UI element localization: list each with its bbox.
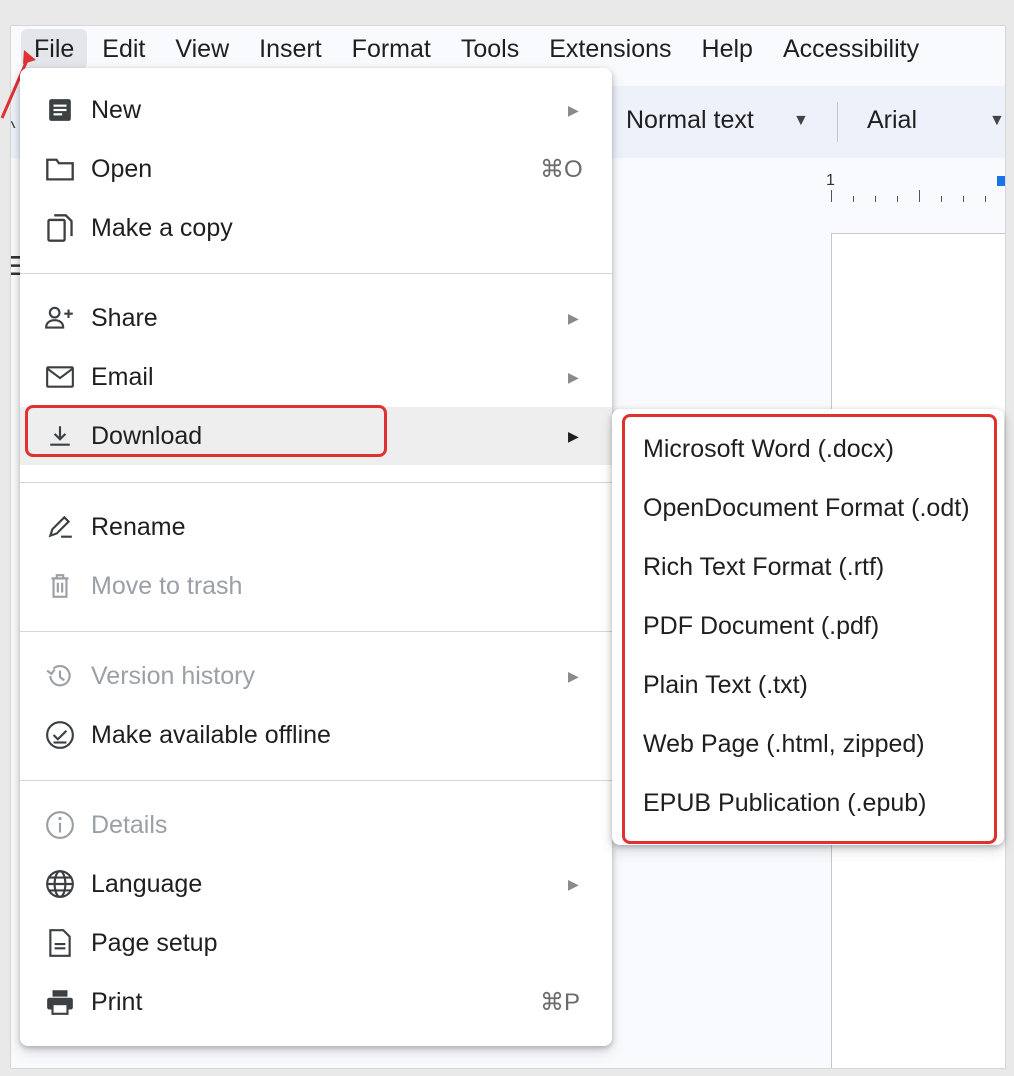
globe-icon xyxy=(44,868,76,900)
font-select[interactable]: Arial xyxy=(867,106,917,135)
menu-divider xyxy=(20,631,612,632)
menu-insert[interactable]: Insert xyxy=(244,29,337,69)
submenu-arrow-icon: ▶ xyxy=(568,427,579,444)
annotation-highlight-submenu xyxy=(622,414,997,844)
submenu-arrow-icon: ▶ xyxy=(568,368,579,385)
pencil-icon xyxy=(44,511,76,543)
ruler-ticks xyxy=(831,188,1005,202)
menu-item-label: Move to trash xyxy=(91,571,243,600)
menu-extensions[interactable]: Extensions xyxy=(534,29,686,69)
menu-edit[interactable]: Edit xyxy=(87,29,160,69)
menu-item-version-history[interactable]: Version history ▶ xyxy=(20,647,612,705)
offline-check-icon xyxy=(44,719,76,751)
menu-format[interactable]: Format xyxy=(337,29,446,69)
menu-divider xyxy=(20,780,612,781)
add-person-icon xyxy=(44,302,76,334)
menu-item-share[interactable]: Share ▶ xyxy=(20,289,612,347)
menu-item-label: Details xyxy=(91,810,168,839)
file-menu: New ▶ Open ⌘O Make a copy Share ▶ Email … xyxy=(20,68,612,1046)
menu-item-language[interactable]: Language ▶ xyxy=(20,855,612,913)
submenu-arrow-icon: ▶ xyxy=(568,309,579,326)
menu-item-page-setup[interactable]: Page setup xyxy=(20,914,612,972)
menu-item-open[interactable]: Open ⌘O xyxy=(20,140,612,198)
page-icon xyxy=(44,927,76,959)
submenu-arrow-icon: ▶ xyxy=(568,101,579,118)
menu-view[interactable]: View xyxy=(160,29,244,69)
menu-item-email[interactable]: Email ▶ xyxy=(20,348,612,406)
menu-item-label: Language xyxy=(91,869,203,898)
menu-item-label: Print xyxy=(91,987,143,1016)
chevron-down-icon[interactable]: ▼ xyxy=(793,112,809,130)
menu-divider xyxy=(20,482,612,483)
folder-icon xyxy=(44,153,76,185)
menu-bar: File Edit View Insert Format Tools Exten… xyxy=(11,26,1005,72)
trash-icon xyxy=(44,570,76,602)
menu-help[interactable]: Help xyxy=(687,29,768,69)
printer-icon xyxy=(44,986,76,1018)
mail-icon xyxy=(44,361,76,393)
info-icon xyxy=(44,809,76,841)
annotation-highlight-download xyxy=(25,405,387,457)
menu-item-label: Share xyxy=(91,303,158,332)
menu-item-label: Make a copy xyxy=(91,213,233,242)
menu-item-label: Page setup xyxy=(91,928,218,957)
menu-divider xyxy=(20,273,612,274)
menu-item-label: New xyxy=(91,95,142,124)
menu-item-label: Version history xyxy=(91,661,255,690)
submenu-arrow-icon: ▶ xyxy=(568,667,579,684)
document-icon xyxy=(44,94,76,126)
menu-item-new[interactable]: New ▶ xyxy=(20,81,612,139)
copy-icon xyxy=(44,212,76,244)
menu-tools[interactable]: Tools xyxy=(446,29,534,69)
menu-item-make-available-offline[interactable]: Make available offline xyxy=(20,706,612,764)
menu-item-label: Make available offline xyxy=(91,720,331,749)
shortcut-label: ⌘P xyxy=(540,988,581,1016)
menu-item-print[interactable]: Print ⌘P xyxy=(20,973,612,1031)
shortcut-label: ⌘O xyxy=(540,155,583,183)
menu-item-move-to-trash[interactable]: Move to trash xyxy=(20,557,612,615)
chevron-down-icon[interactable]: ▼ xyxy=(989,112,1005,130)
menu-item-make-copy[interactable]: Make a copy xyxy=(20,199,612,257)
menu-item-label: Email xyxy=(91,362,154,391)
menu-item-label: Open xyxy=(91,154,153,183)
menu-item-rename[interactable]: Rename xyxy=(20,498,612,556)
menu-item-label: Rename xyxy=(91,512,186,541)
submenu-arrow-icon: ▶ xyxy=(568,875,579,892)
menu-accessibility[interactable]: Accessibility xyxy=(768,29,934,69)
paragraph-style-select[interactable]: Normal text xyxy=(626,106,754,135)
history-icon xyxy=(44,660,76,692)
toolbar-divider xyxy=(837,102,838,142)
menu-item-details[interactable]: Details xyxy=(20,796,612,854)
indent-marker[interactable] xyxy=(997,176,1005,186)
